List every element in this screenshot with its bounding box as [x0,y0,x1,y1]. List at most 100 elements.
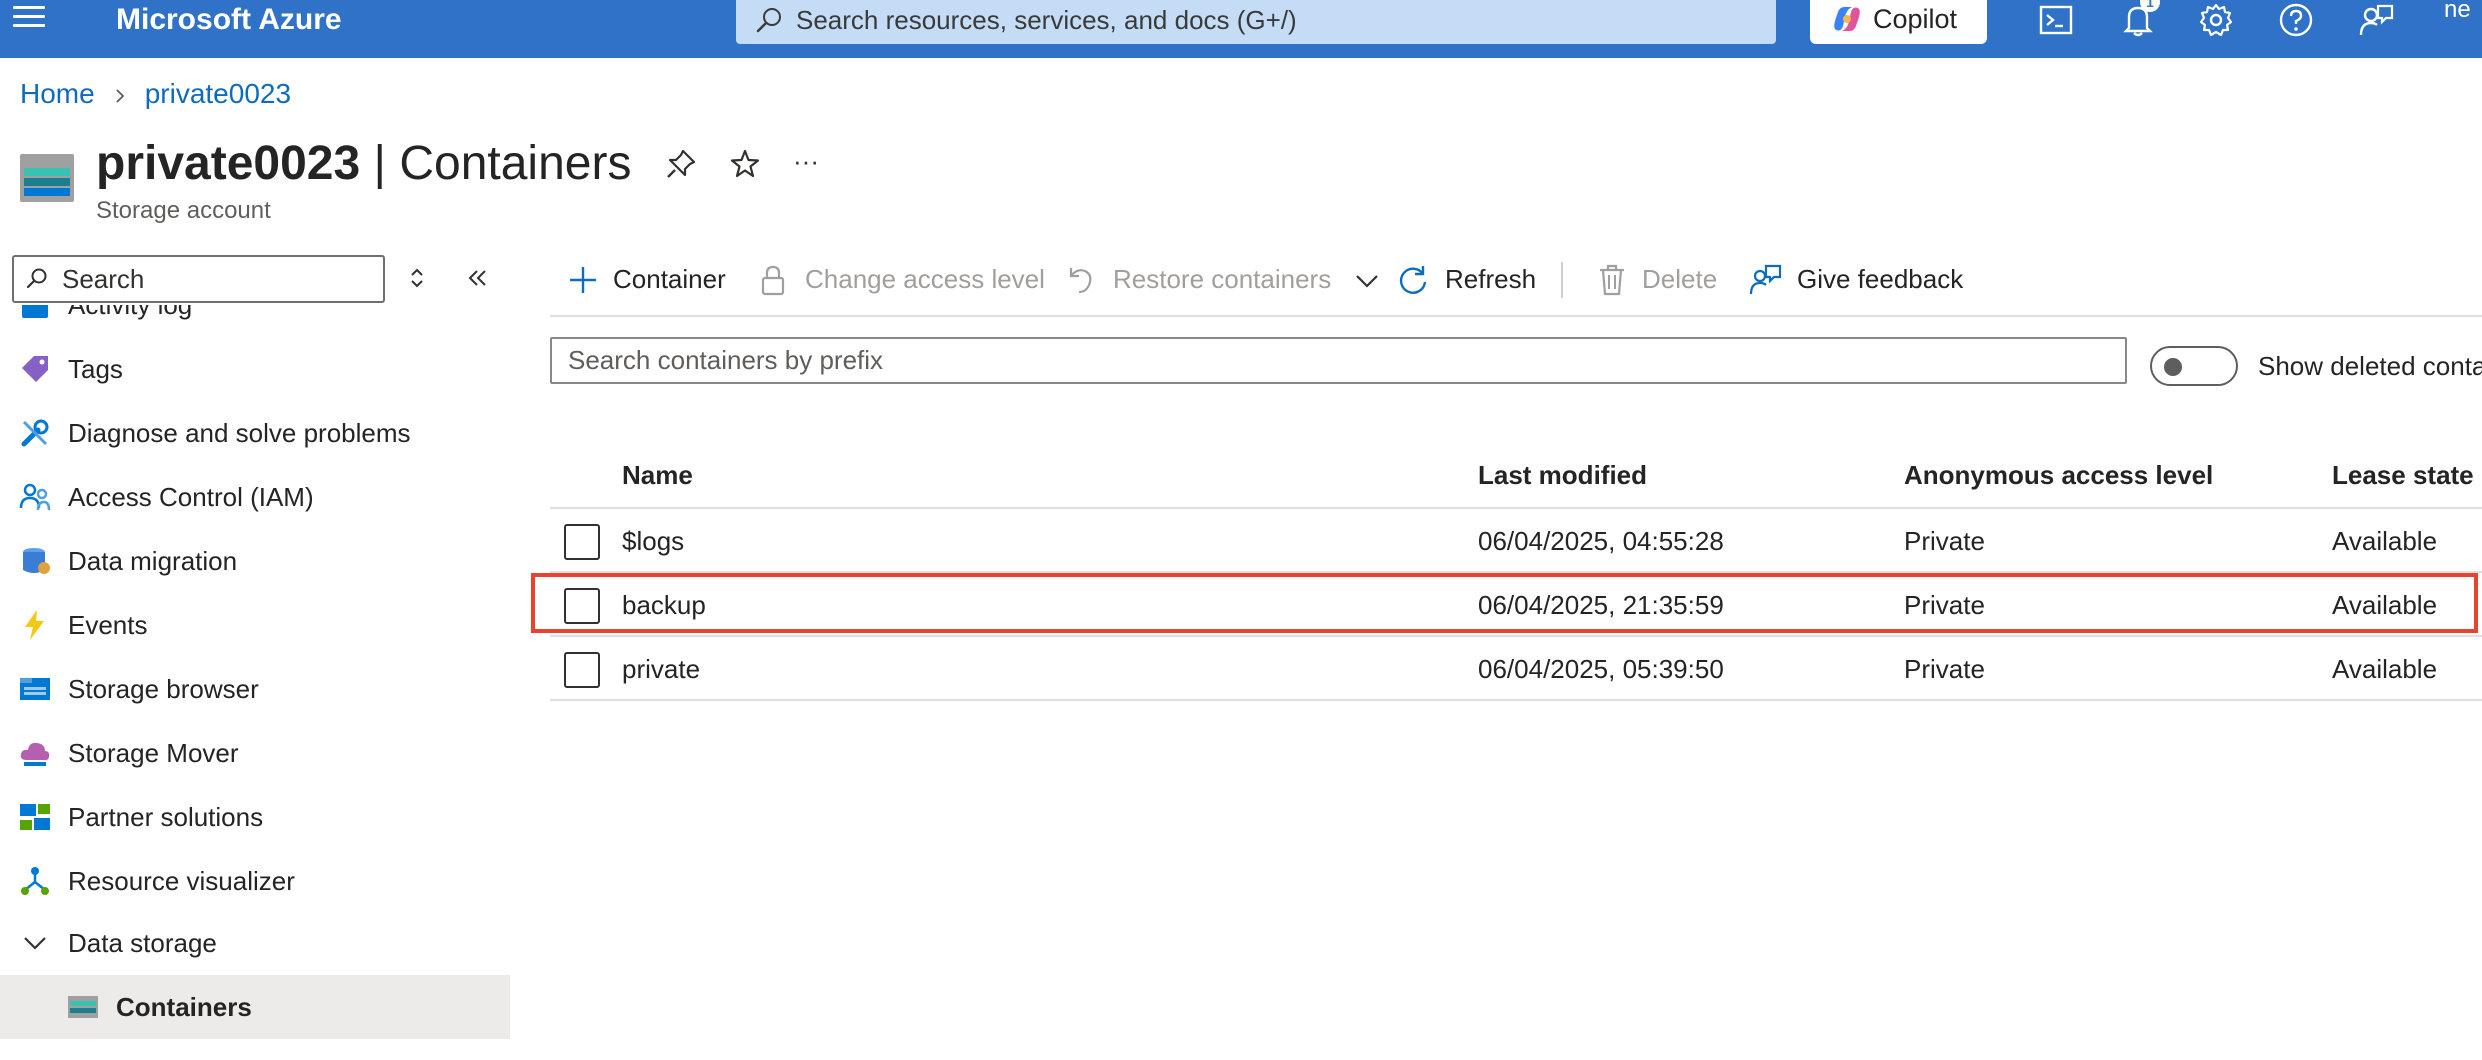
storage-account-icon [20,154,74,202]
pin-icon[interactable] [663,146,703,186]
gear-icon[interactable] [2196,0,2240,40]
change-access-level-button[interactable]: Change access level [755,250,1045,308]
table-row[interactable]: backup 06/04/2025, 21:35:59 Private Avai… [550,573,2482,637]
people-icon [18,480,52,514]
copilot-label: Copilot [1873,4,1958,34]
trash-icon [1594,262,1630,298]
undo-icon [1063,262,1099,298]
bell-icon[interactable]: 1 [2118,0,2162,40]
column-header-lease-state[interactable]: Lease state [2332,443,2474,507]
sidebar-item-activity-log[interactable]: Activity log [0,305,510,337]
container-name-link[interactable]: backup [622,573,706,637]
page-title: private0023 | Containers [96,136,631,192]
refresh-icon [1395,262,1431,298]
chevron-right-icon [111,74,129,114]
nav-search-input[interactable] [62,257,372,301]
partner-solutions-icon [18,800,52,834]
breadcrumb: Home private0023 [20,74,291,114]
more-options-icon[interactable]: ··· [793,146,833,186]
refresh-button[interactable]: Refresh [1395,250,1545,308]
access-level-cell: Private [1904,654,1985,684]
row-checkbox[interactable] [564,524,600,560]
sidebar-item-resource-visualizer[interactable]: Resource visualizer [0,849,510,913]
breadcrumb-home[interactable]: Home [20,78,95,109]
global-search-input[interactable] [796,0,1756,40]
add-container-button[interactable]: Container [565,250,735,308]
table-header: Name Last modified Anonymous access leve… [550,443,2482,509]
nav-search[interactable] [12,255,385,303]
sidebar-nav: Activity log Tags Diagnose and solve pro… [0,305,510,1060]
last-modified-cell: 06/04/2025, 21:35:59 [1478,590,1724,620]
global-search[interactable] [736,0,1776,44]
wrench-icon [18,416,52,450]
access-level-cell: Private [1904,526,1985,556]
containers-icon [66,990,100,1024]
storage-mover-icon [18,736,52,770]
storage-browser-icon [18,672,52,706]
column-header-access-level[interactable]: Anonymous access level [1904,443,2213,507]
plus-icon [565,262,601,298]
command-bar: Container Change access level Restore co… [550,250,2482,308]
search-icon [756,8,781,33]
sidebar-item-events[interactable]: Events [0,593,510,657]
copilot-button[interactable]: Copilot [1810,0,1987,44]
data-migration-icon [18,544,52,578]
prefix-search-input[interactable] [568,339,2108,382]
resource-visualizer-icon [18,864,52,898]
account-menu[interactable]: ne [2444,0,2471,22]
row-checkbox[interactable] [564,588,600,624]
sidebar-item-iam[interactable]: Access Control (IAM) [0,465,510,529]
container-name-link[interactable]: private [622,637,700,701]
sidebar-item-storage-mover[interactable]: Storage Mover [0,721,510,785]
help-icon[interactable] [2276,0,2320,40]
lightning-icon [18,608,52,642]
feedback-icon [1747,262,1783,298]
table-row[interactable]: $logs 06/04/2025, 04:55:28 Private Avail… [550,509,2482,573]
lease-state-cell: Available [2332,590,2438,620]
star-icon[interactable] [727,146,767,186]
toggle-knob [2164,358,2182,376]
chevron-down-icon [18,926,52,960]
access-level-cell: Private [1904,590,1985,620]
feedback-icon[interactable] [2356,0,2400,40]
sidebar-item-diagnose[interactable]: Diagnose and solve problems [0,401,510,465]
sidebar-item-storage-browser[interactable]: Storage browser [0,657,510,721]
sidebar-group-data-storage[interactable]: Data storage [0,911,510,975]
expand-collapse-icon[interactable] [401,262,437,298]
prefix-search[interactable] [550,337,2127,384]
sidebar-item-containers[interactable]: Containers [0,975,510,1039]
column-header-name[interactable]: Name [622,443,693,507]
command-bar-divider [550,315,2482,317]
column-header-last-modified[interactable]: Last modified [1478,443,1647,507]
show-deleted-toggle[interactable] [2150,346,2238,386]
last-modified-cell: 06/04/2025, 04:55:28 [1478,526,1724,556]
container-name-link[interactable]: $logs [622,509,684,573]
restore-containers-button[interactable]: Restore containers [1063,250,1383,308]
cloud-shell-icon[interactable] [2036,0,2080,40]
top-bar: Microsoft Azure Copilot 1 ne [0,0,2482,58]
collapse-sidebar-icon[interactable] [461,262,497,298]
sidebar-item-tags[interactable]: Tags [0,337,510,401]
chevron-down-icon [1349,262,1385,298]
sidebar-item-partner-solutions[interactable]: Partner solutions [0,785,510,849]
hamburger-icon[interactable] [13,6,45,30]
tag-icon [18,352,52,386]
last-modified-cell: 06/04/2025, 05:39:50 [1478,654,1724,684]
blade-name: | Containers [360,137,632,190]
breadcrumb-storage-account[interactable]: private0023 [145,78,291,109]
delete-button[interactable]: Delete [1594,250,1724,308]
lock-icon [755,262,791,298]
activity-log-icon [18,305,52,322]
table-row[interactable]: private 06/04/2025, 05:39:50 Private Ava… [550,637,2482,701]
copilot-icon [1834,6,1860,32]
row-checkbox[interactable] [564,652,600,688]
lease-state-cell: Available [2332,526,2438,556]
resource-name: private0023 [96,137,361,190]
sidebar-item-data-migration[interactable]: Data migration [0,529,510,593]
show-deleted-label: Show deleted containers [2258,351,2482,381]
command-divider [1561,262,1563,298]
give-feedback-button[interactable]: Give feedback [1747,250,1977,308]
search-icon [26,268,47,289]
resource-type: Storage account [96,197,271,224]
brand-title[interactable]: Microsoft Azure [116,0,342,42]
